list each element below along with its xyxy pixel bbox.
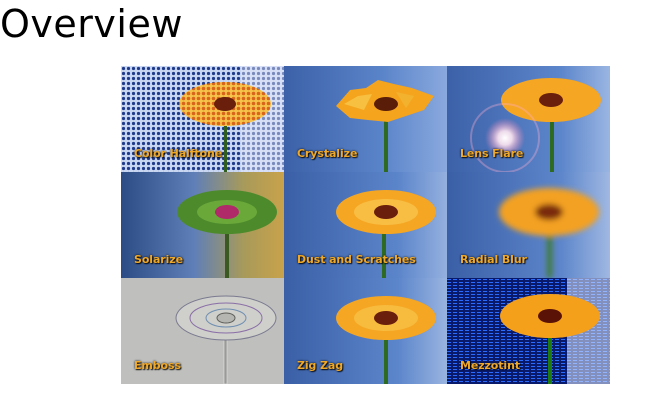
tile-crystalize: Crystalize (284, 66, 447, 172)
tile-mezzotint: Mezzotint (447, 278, 610, 384)
filter-thumbnail-grid: Color Halftone Crystalize Lens Flare Sol… (121, 66, 610, 384)
page: Overview Color Halftone Crystalize Lens … (0, 0, 669, 415)
filter-label: Color Halftone (134, 147, 223, 160)
filter-label: Radial Blur (460, 253, 527, 266)
filter-label: Crystalize (297, 147, 358, 160)
tile-color-halftone: Color Halftone (121, 66, 284, 172)
filter-label: Dust and Scratches (297, 253, 416, 266)
filter-label: Mezzotint (460, 359, 520, 372)
tile-zig-zag: Zig Zag (284, 278, 447, 384)
filter-label: Lens Flare (460, 147, 524, 160)
filter-label: Zig Zag (297, 359, 344, 372)
page-title: Overview (0, 2, 183, 46)
tile-dust-and-scratches: Dust and Scratches (284, 172, 447, 278)
tile-emboss: Emboss (121, 278, 284, 384)
tile-solarize: Solarize (121, 172, 284, 278)
tile-radial-blur: Radial Blur (447, 172, 610, 278)
filter-label: Solarize (134, 253, 183, 266)
tile-lens-flare: Lens Flare (447, 66, 610, 172)
filter-label: Emboss (134, 359, 181, 372)
